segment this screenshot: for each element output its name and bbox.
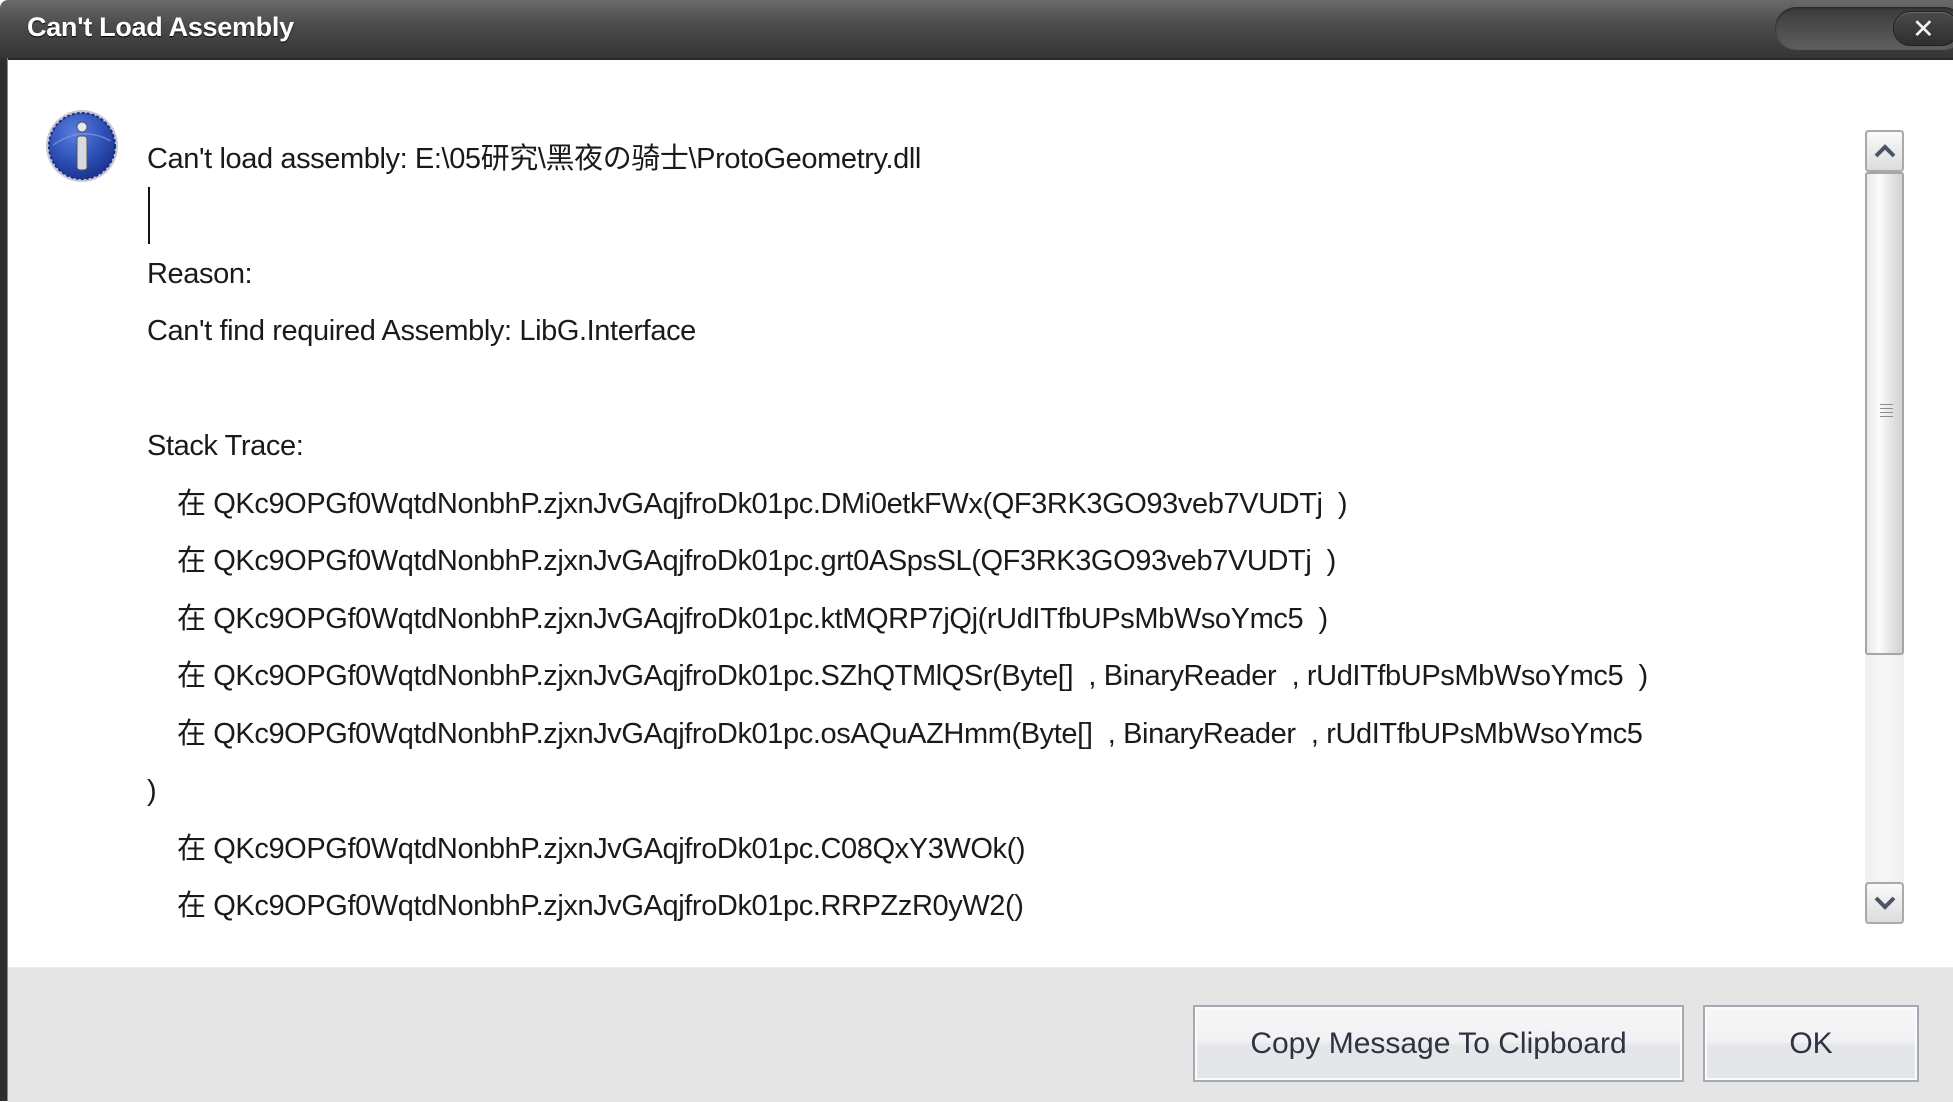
ok-button[interactable]: OK [1703, 1005, 1919, 1082]
close-button[interactable]: ✕ [1893, 11, 1953, 46]
stack-trace-line: 在 QKc9OPGf0WqtdNonbhP.zjxnJvGAqjfroDk01p… [177, 890, 1024, 922]
error-dialog: Can't Load Assembly ✕ Can't load assembl… [0, 0, 1953, 1102]
chevron-down-icon [1874, 896, 1895, 910]
stack-trace-label: Stack Trace: [147, 430, 304, 462]
text-caret [148, 187, 150, 244]
dialog-title: Can't Load Assembly [27, 12, 294, 42]
copy-to-clipboard-button[interactable]: Copy Message To Clipboard [1193, 1005, 1684, 1082]
chevron-up-icon [1874, 144, 1895, 158]
grip-line [1880, 415, 1893, 417]
title-bar[interactable]: Can't Load Assembly ✕ [0, 0, 1953, 60]
vertical-scrollbar[interactable] [1865, 130, 1904, 924]
stack-trace-line: 在 QKc9OPGf0WqtdNonbhP.zjxnJvGAqjfroDk01p… [177, 545, 1336, 577]
stack-trace-line: 在 QKc9OPGf0WqtdNonbhP.zjxnJvGAqjfroDk01p… [177, 488, 1348, 520]
window-border [0, 58, 8, 1101]
stack-trace-line: 在 QKc9OPGf0WqtdNonbhP.zjxnJvGAqjfroDk01p… [177, 603, 1328, 635]
scroll-up-button[interactable] [1865, 130, 1904, 172]
scroll-down-button[interactable] [1865, 882, 1904, 924]
message-header: Can't load assembly: E:\05研究\黑夜の骑士\Proto… [147, 143, 921, 175]
reason-label: Reason: [147, 258, 253, 290]
grip-line [1880, 407, 1893, 409]
close-icon: ✕ [1912, 14, 1935, 45]
grip-line [1880, 403, 1893, 405]
stack-trace-line: 在 QKc9OPGf0WqtdNonbhP.zjxnJvGAqjfroDk01p… [177, 660, 1648, 692]
stack-trace-line: 在 QKc9OPGf0WqtdNonbhP.zjxnJvGAqjfroDk01p… [177, 718, 1643, 750]
stack-trace-line: 在 QKc9OPGf0WqtdNonbhP.zjxnJvGAqjfroDk01p… [177, 833, 1026, 865]
stack-trace-wrap: ) [147, 775, 157, 807]
grip-line [1880, 411, 1893, 413]
info-icon [46, 110, 118, 182]
scroll-thumb[interactable] [1865, 172, 1904, 655]
message-textbox[interactable]: Can't load assembly: E:\05研究\黑夜の骑士\Proto… [147, 130, 1847, 930]
reason-text: Can't find required Assembly: LibG.Inter… [147, 315, 696, 347]
